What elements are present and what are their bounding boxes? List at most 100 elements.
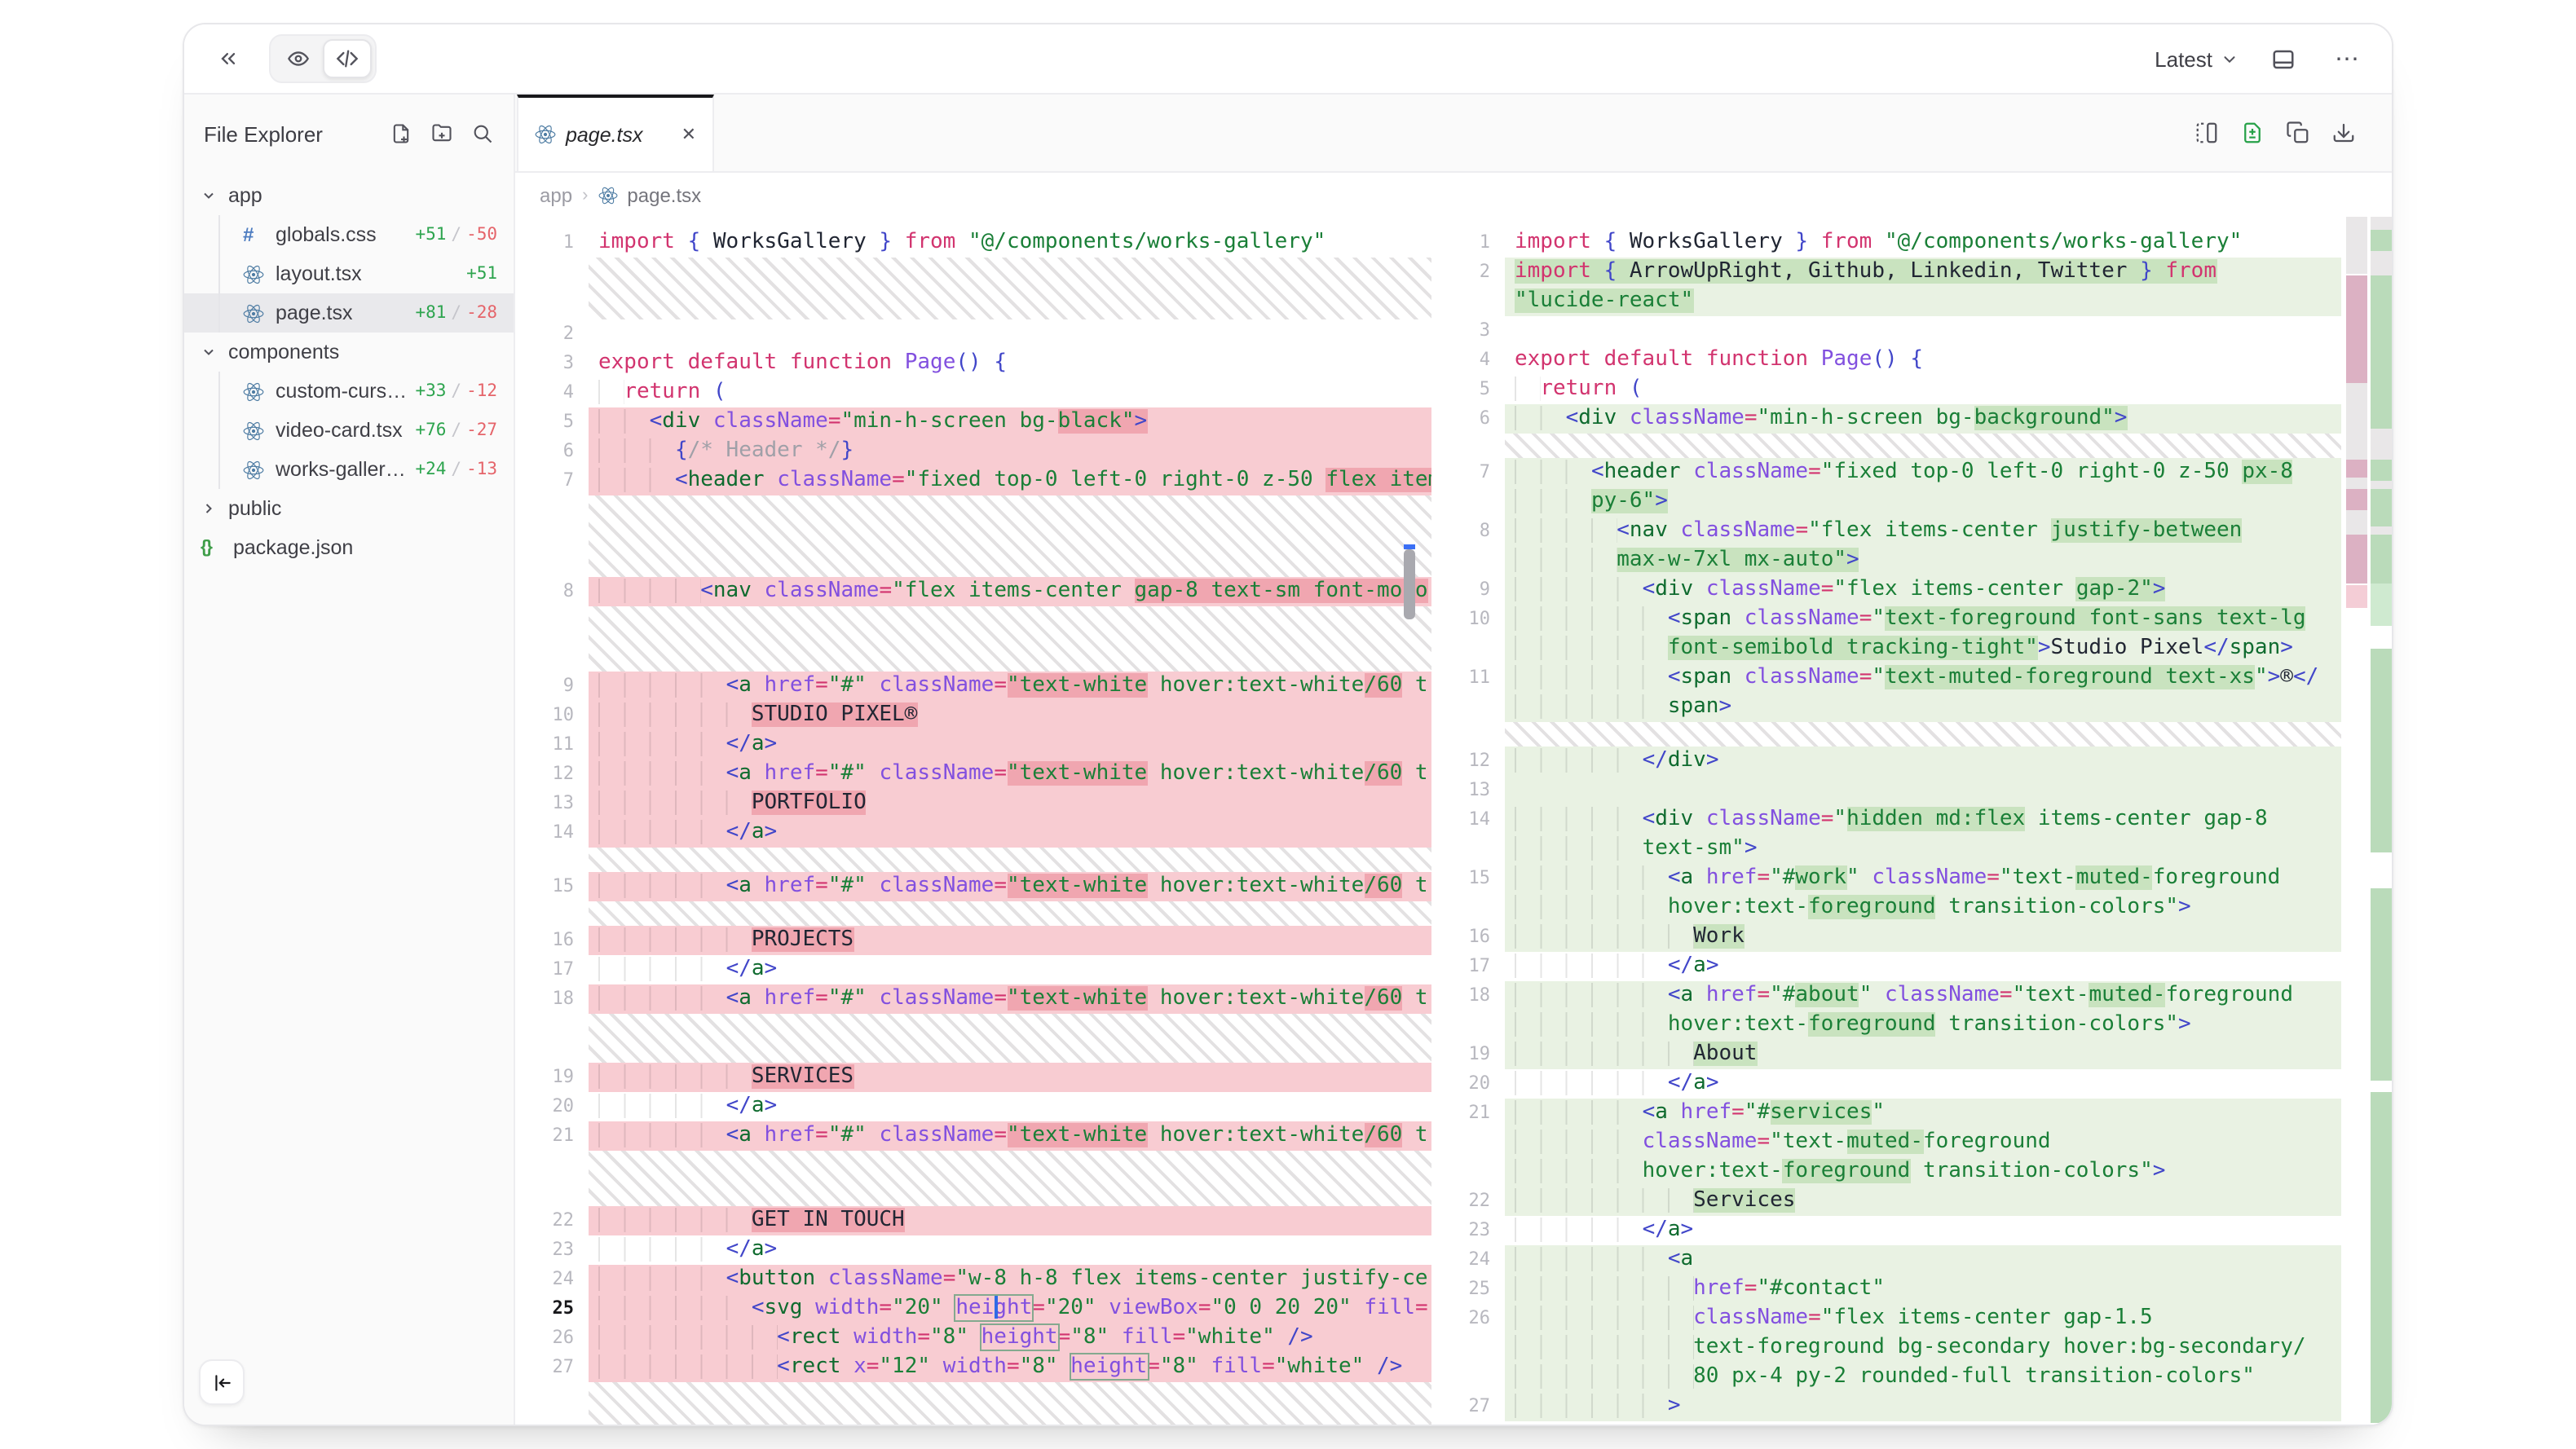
new-folder-icon[interactable]	[430, 122, 453, 145]
chevron-right-icon	[201, 500, 217, 517]
code-line: 6 {/* Header */}	[515, 437, 1431, 466]
line-content: <header className="fixed top-0 left-0 ri…	[1505, 458, 2341, 487]
line-content: import { ArrowUpRight, Github, Linkedin,…	[1505, 258, 2341, 287]
file-name: layout.tsx	[276, 262, 362, 285]
tab-page-tsx[interactable]: page.tsx ✕	[517, 95, 714, 171]
more-menu-button[interactable]: ⋯	[2327, 37, 2369, 80]
line-number: 16	[1431, 923, 1505, 952]
scrollbar-thumb[interactable]	[1404, 549, 1415, 619]
line-content: </a>	[1505, 1069, 2341, 1099]
tree-item-layout.tsx[interactable]: layout.tsx +51	[184, 254, 514, 293]
code-toggle-button[interactable]	[323, 39, 372, 78]
line-content: font-semibold tracking-tight">Studio Pix…	[1505, 634, 2341, 663]
code-line: hover:text-foreground transition-colors"…	[1431, 1157, 2341, 1187]
left-pane-scrollbar[interactable]	[1404, 217, 1415, 1425]
file-name: globals.css	[276, 223, 377, 246]
breadcrumb-file[interactable]: page.tsx	[627, 183, 701, 206]
line-number: 11	[1431, 663, 1505, 693]
line-number	[1431, 1128, 1505, 1157]
code-icon	[336, 47, 359, 70]
line-content: STUDIO PIXEL®	[589, 701, 1431, 730]
collapse-panel-button[interactable]	[207, 37, 249, 80]
code-line: 9 <div className="flex items-center gap-…	[1431, 575, 2341, 605]
chevron-down-icon	[201, 344, 217, 360]
line-content: </a>	[1505, 1216, 2341, 1245]
line-content: className="text-muted-foreground	[1505, 1128, 2341, 1157]
diff-minimap[interactable]	[2343, 217, 2392, 1425]
line-content: SERVICES	[589, 1063, 1431, 1092]
code-line: font-semibold tracking-tight">Studio Pix…	[1431, 634, 2341, 663]
line-content: export default function Page() {	[1505, 346, 2341, 375]
line-content: <a href="#" className="text-white hover:…	[589, 672, 1431, 701]
tree-item-globals.css[interactable]: #globals.css+51/-50	[184, 215, 514, 254]
code-line: 3	[1431, 316, 2341, 346]
download-icon[interactable]	[2331, 121, 2356, 145]
line-number: 22	[515, 1206, 589, 1235]
line-number: 27	[1431, 1392, 1505, 1421]
diff-file-icon[interactable]	[2240, 121, 2265, 145]
line-content: <nav className="flex items-center gap-8 …	[589, 577, 1431, 606]
react-icon	[243, 302, 264, 324]
chevrons-left-icon	[217, 47, 240, 70]
line-content: hover:text-foreground transition-colors"…	[1505, 1157, 2341, 1187]
panel-bottom-icon	[2270, 46, 2295, 71]
copy-icon[interactable]	[2286, 121, 2310, 145]
minimap-segment	[2371, 275, 2392, 429]
split-view-icon[interactable]	[2194, 121, 2219, 145]
code-line: 4 return (	[515, 378, 1431, 407]
line-number: 4	[1431, 346, 1505, 375]
line-number	[1431, 487, 1505, 517]
search-icon[interactable]	[471, 122, 494, 145]
line-content: hover:text-foreground transition-colors"…	[1505, 1011, 2341, 1040]
tree-item-custom-curs-[interactable]: custom-curs…+33/-12	[184, 372, 514, 411]
react-file-icon	[243, 263, 264, 284]
preview-toggle-button[interactable]	[274, 39, 323, 78]
diff-stats: +51	[466, 264, 497, 284]
line-content: PROJECTS	[589, 926, 1431, 955]
line-content: </a>	[589, 730, 1431, 760]
line-content: import { WorksGallery } from "@/componen…	[589, 228, 1431, 258]
tree-item-components[interactable]: components	[184, 333, 514, 372]
code-line: 15 <a href="#" className="text-white hov…	[515, 872, 1431, 901]
tree-item-works-galler-[interactable]: works-galler…+24/-13	[184, 450, 514, 489]
screenshot-root: Latest ⋯ File Explorer	[0, 0, 2576, 1449]
breadcrumb-folder[interactable]: app	[540, 183, 572, 206]
file-name: app	[228, 184, 262, 207]
line-content: <a href="#" className="text-white hover:…	[589, 872, 1431, 901]
diff-gap	[589, 1382, 1431, 1425]
tree-item-video-card.tsx[interactable]: video-card.tsx+76/-27	[184, 411, 514, 450]
code-line: 18 <a href="#" className="text-white hov…	[515, 984, 1431, 1014]
diff-gap	[589, 1151, 1431, 1206]
line-number: 17	[1431, 952, 1505, 981]
line-content: text-sm">	[1505, 835, 2341, 864]
collapse-sidebar-button[interactable]	[199, 1359, 245, 1405]
panel-bottom-button[interactable]	[2261, 37, 2304, 80]
line-content: <a href="#work" className="text-muted-fo…	[1505, 864, 2341, 893]
code-line: 7 <header className="fixed top-0 left-0 …	[1431, 458, 2341, 487]
line-number: 2	[1431, 258, 1505, 287]
diff-pane-original[interactable]: 1import { WorksGallery } from "@/compone…	[515, 217, 1431, 1425]
code-line: text-sm">	[1431, 835, 2341, 864]
line-number: 3	[515, 349, 589, 378]
line-number: 19	[515, 1063, 589, 1092]
code-line: 20 </a>	[515, 1092, 1431, 1121]
code-line: 8 <nav className="flex items-center just…	[1431, 517, 2341, 546]
line-content: export default function Page() {	[589, 349, 1431, 378]
tree-item-page.tsx[interactable]: page.tsx+81/-28	[184, 293, 514, 333]
tree-item-public[interactable]: public	[184, 489, 514, 528]
new-file-icon[interactable]	[390, 122, 412, 145]
line-content: hover:text-foreground transition-colors"…	[1505, 893, 2341, 923]
line-content: text-foreground bg-secondary hover:bg-se…	[1505, 1333, 2341, 1363]
version-dropdown[interactable]: Latest	[2155, 46, 2239, 71]
tree-item-package.json[interactable]: { }package.json	[184, 528, 514, 567]
diff-pane-modified[interactable]: 1import { WorksGallery } from "@/compone…	[1431, 217, 2341, 1425]
tab-close-icon[interactable]: ✕	[681, 124, 696, 145]
tree-item-app[interactable]: app	[184, 176, 514, 215]
diff-gap	[589, 901, 1431, 926]
line-content: py-6">	[1505, 487, 2341, 517]
minimap-segment	[2371, 489, 2392, 526]
line-number: 10	[515, 701, 589, 730]
line-content: Services	[1505, 1187, 2341, 1216]
code-line: span>	[1431, 693, 2341, 722]
diff-editor: 1import { WorksGallery } from "@/compone…	[515, 217, 2392, 1425]
